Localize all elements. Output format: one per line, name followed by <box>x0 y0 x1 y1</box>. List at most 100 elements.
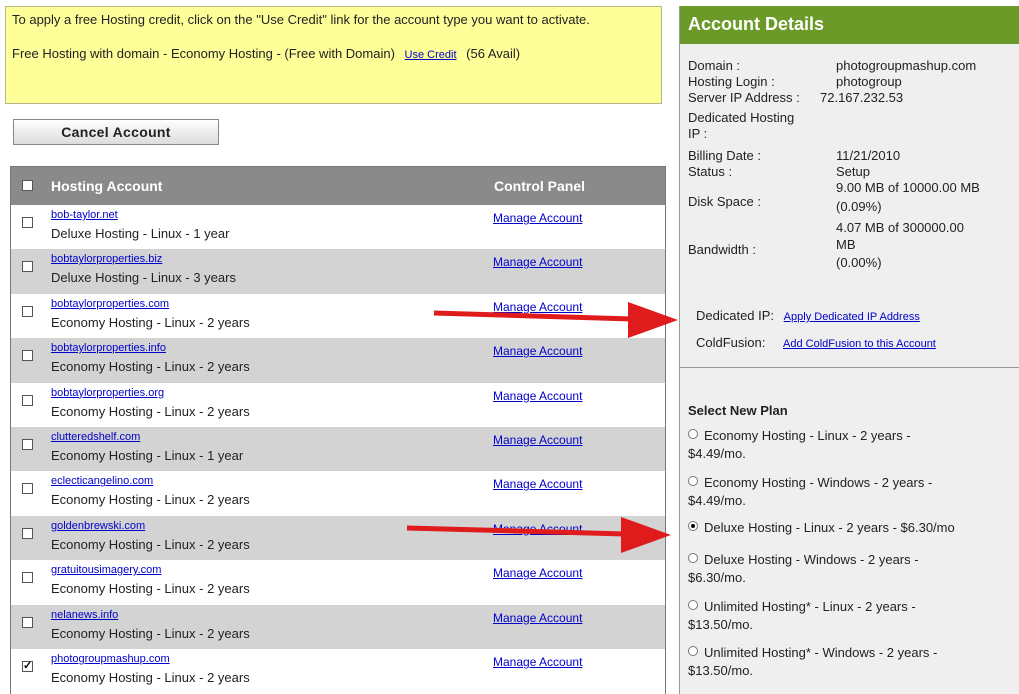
plan-radio[interactable] <box>688 646 698 656</box>
server-ip-label: Server IP Address : <box>688 90 800 105</box>
table-row: bobtaylorproperties.org Economy Hosting -… <box>11 383 665 427</box>
plan-option[interactable]: Economy Hosting - Linux - 2 years - $4.49… <box>688 427 1018 463</box>
manage-account-link[interactable]: Manage Account <box>493 566 582 580</box>
dedicated-ip-row: Dedicated IP: Apply Dedicated IP Address <box>696 308 920 323</box>
notice-text: To apply a free Hosting credit, click on… <box>12 12 590 27</box>
col-hosting-account: Hosting Account <box>51 178 163 194</box>
manage-account-link[interactable]: Manage Account <box>493 477 582 491</box>
domain-link[interactable]: eclecticangelino.com <box>51 475 153 487</box>
select-all-checkbox[interactable] <box>22 180 33 191</box>
plan-option[interactable]: Unlimited Hosting* - Windows - 2 years -… <box>688 644 1018 680</box>
domain-link[interactable]: bobtaylorproperties.biz <box>51 253 162 265</box>
manage-account-link[interactable]: Manage Account <box>493 389 582 403</box>
domain-label: Domain : <box>688 58 741 73</box>
row-checkbox[interactable] <box>22 394 33 406</box>
disk-space-value: 9.00 MB of 10000.00 MB <box>836 180 980 195</box>
manage-account-link[interactable]: Manage Account <box>493 433 582 447</box>
plan-option-price: $4.49/mo. <box>688 493 746 508</box>
table-row: bobtaylorproperties.biz Deluxe Hosting - … <box>11 249 665 294</box>
plan-radio[interactable] <box>688 600 698 610</box>
row-checkbox[interactable] <box>22 659 33 672</box>
table-row: bob-taylor.net Deluxe Hosting - Linux - 1… <box>11 205 665 249</box>
domain-link[interactable]: nelanews.info <box>51 609 118 621</box>
plan-option[interactable]: Deluxe Hosting - Windows - 2 years - $6.3… <box>688 551 1018 587</box>
disk-space-percent: (0.09%) <box>836 199 882 214</box>
row-checkbox[interactable] <box>22 350 33 362</box>
domain-link[interactable]: bobtaylorproperties.com <box>51 298 169 310</box>
domain-value: photogroupmashup.com <box>836 58 977 73</box>
manage-account-link[interactable]: Manage Account <box>493 255 582 269</box>
billing-label: Billing Date : <box>688 148 761 163</box>
plan-option[interactable]: Deluxe Hosting - Linux - 2 years - $6.30… <box>688 519 1018 537</box>
manage-account-link[interactable]: Manage Account <box>493 211 582 225</box>
hosting-plan: Economy Hosting - Linux - 2 years <box>51 581 250 597</box>
plan-option-text: Unlimited Hosting* - Windows - 2 years - <box>704 645 938 660</box>
plan-radio[interactable] <box>688 429 698 439</box>
disk-space-label: Disk Space : <box>688 194 761 209</box>
hosting-plan: Economy Hosting - Linux - 2 years <box>51 359 250 375</box>
plan-option-price: $4.49/mo. <box>688 446 746 461</box>
hosting-plan: Economy Hosting - Linux - 2 years <box>51 536 250 552</box>
credit-notice: To apply a free Hosting credit, click on… <box>5 6 662 104</box>
table-row: nelanews.info Economy Hosting - Linux - 2… <box>11 604 665 649</box>
plan-option-text: Economy Hosting - Windows - 2 years - <box>704 475 933 490</box>
coldfusion-row: ColdFusion: Add ColdFusion to this Accou… <box>696 335 936 350</box>
domain-link[interactable]: bob-taylor.net <box>51 209 118 221</box>
apply-dedicated-ip-link[interactable]: Apply Dedicated IP Address <box>784 311 920 323</box>
hosting-plan: Economy Hosting - Linux - 2 years <box>51 314 250 330</box>
plan-radio[interactable] <box>688 553 698 563</box>
billing-value: 11/21/2010 <box>836 148 901 163</box>
plan-radio[interactable] <box>688 521 698 531</box>
select-new-plan-title: Select New Plan <box>688 403 788 418</box>
row-checkbox[interactable] <box>22 261 33 273</box>
plan-radio[interactable] <box>688 476 698 486</box>
domain-link[interactable]: clutteredshelf.com <box>51 431 140 443</box>
red-arrow-icon <box>433 302 678 338</box>
coldfusion-title: ColdFusion: <box>696 335 766 350</box>
col-control-panel: Control Panel <box>494 178 586 194</box>
status-value: Setup <box>836 164 870 179</box>
table-row: eclecticangelino.com Economy Hosting - Li… <box>11 471 665 515</box>
table-row: clutteredshelf.com Economy Hosting - Linu… <box>11 426 665 472</box>
domain-link[interactable]: goldenbrewski.com <box>51 520 145 532</box>
plan-option-price: $13.50/mo. <box>688 617 754 632</box>
domain-link[interactable]: bobtaylorproperties.org <box>51 387 164 399</box>
add-coldfusion-link[interactable]: Add ColdFusion to this Account <box>783 338 936 350</box>
dedicated-ip-title: Dedicated IP: <box>696 308 775 323</box>
cancel-account-button[interactable]: Cancel Account <box>13 119 219 145</box>
row-checkbox[interactable] <box>22 483 33 495</box>
domain-link[interactable]: bobtaylorproperties.info <box>51 342 166 354</box>
row-checkbox[interactable] <box>22 527 33 539</box>
bandwidth-percent: (0.00%) <box>836 255 882 270</box>
plan-option[interactable]: Economy Hosting - Windows - 2 years - $4.… <box>688 474 1018 510</box>
domain-link[interactable]: photogroupmashup.com <box>51 653 170 665</box>
status-label: Status : <box>688 164 733 179</box>
hosting-plan: Deluxe Hosting - Linux - 3 years <box>51 270 236 286</box>
table-header: Hosting Account Control Panel <box>11 167 665 205</box>
bandwidth-label: Bandwidth : <box>688 242 756 257</box>
manage-account-link[interactable]: Manage Account <box>493 611 582 625</box>
table-row: photogroupmashup.com Economy Hosting - Li… <box>11 649 665 693</box>
notice-credit-line: Free Hosting with domain - Economy Hosti… <box>12 45 655 64</box>
row-checkbox[interactable] <box>22 438 33 450</box>
row-checkbox[interactable] <box>22 572 33 584</box>
manage-account-link[interactable]: Manage Account <box>493 344 582 358</box>
bandwidth-value: 4.07 MB of 300000.00 <box>836 220 964 235</box>
plan-option-text: Deluxe Hosting - Linux - 2 years - $6.30… <box>704 520 955 535</box>
login-label: Hosting Login : <box>688 74 775 89</box>
domain-link[interactable]: gratuitousimagery.com <box>51 564 161 576</box>
hosting-accounts-table: Hosting Account Control Panel bob-taylor… <box>10 166 666 694</box>
row-checkbox[interactable] <box>22 616 33 628</box>
manage-account-link[interactable]: Manage Account <box>493 655 582 669</box>
account-details-panel: Account Details Domain : photogroupmashu… <box>679 6 1019 694</box>
plan-option[interactable]: Unlimited Hosting* - Linux - 2 years - $1… <box>688 598 1018 634</box>
use-credit-link[interactable]: Use Credit <box>405 49 457 61</box>
row-checkbox[interactable] <box>22 305 33 317</box>
plan-option-price: $13.50/mo. <box>688 663 754 678</box>
plan-option-price: $6.30/mo. <box>688 570 746 585</box>
hosting-plan: Economy Hosting - Linux - 2 years <box>51 669 250 685</box>
row-checkbox[interactable] <box>22 217 33 228</box>
plan-option-text: Deluxe Hosting - Windows - 2 years - <box>704 552 919 567</box>
table-body: bob-taylor.net Deluxe Hosting - Linux - 1… <box>11 205 665 693</box>
server-ip-value: 72.167.232.53 <box>820 90 904 105</box>
